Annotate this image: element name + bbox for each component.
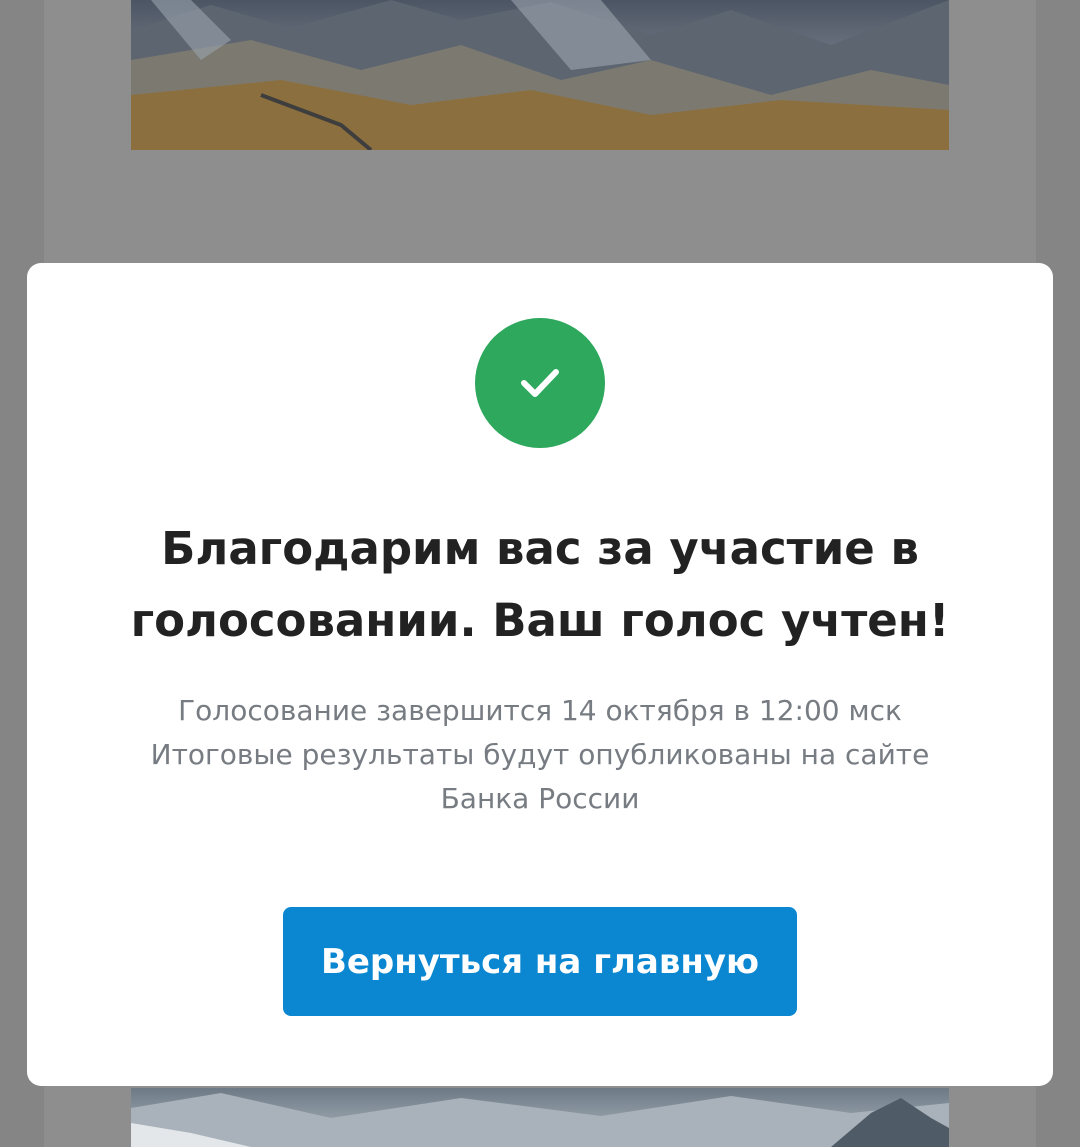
return-home-button[interactable]: Вернуться на главную: [283, 907, 797, 1016]
dialog-title-line-2: голосовании. Ваш голос учтен!: [130, 594, 950, 647]
vote-success-dialog: Благодарим вас за участие в голосовании.…: [27, 263, 1053, 1086]
dialog-title-line-1: Благодарим вас за участие в: [161, 522, 919, 575]
checkmark-icon: [475, 318, 605, 448]
results-publication-text: Итоговые результаты будут опубликованы н…: [150, 738, 930, 771]
dialog-description: Голосование завершится 14 октября в 12:0…: [67, 689, 1013, 821]
results-publication-text-cont: Банка России: [440, 782, 640, 815]
voting-end-text: Голосование завершится 14 октября в 12:0…: [178, 694, 902, 727]
dialog-title: Благодарим вас за участие в голосовании.…: [67, 513, 1013, 657]
